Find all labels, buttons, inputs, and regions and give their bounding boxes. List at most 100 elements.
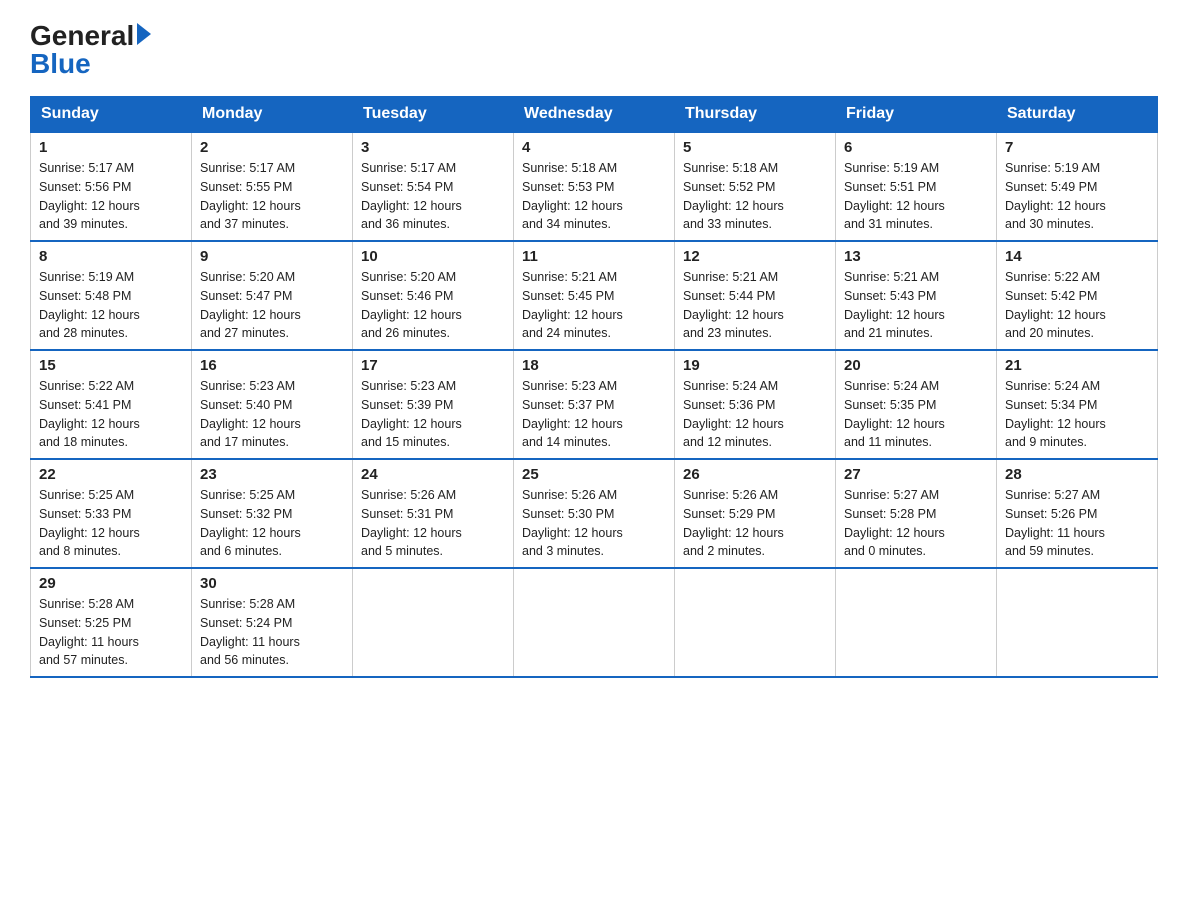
calendar-week-row: 22 Sunrise: 5:25 AMSunset: 5:33 PMDaylig… xyxy=(31,459,1158,568)
day-number: 26 xyxy=(683,466,827,483)
day-info: Sunrise: 5:26 AMSunset: 5:30 PMDaylight:… xyxy=(522,488,623,558)
day-info: Sunrise: 5:28 AMSunset: 5:24 PMDaylight:… xyxy=(200,597,300,667)
calendar-cell: 13 Sunrise: 5:21 AMSunset: 5:43 PMDaylig… xyxy=(836,241,997,350)
header-wednesday: Wednesday xyxy=(514,97,675,133)
day-info: Sunrise: 5:18 AMSunset: 5:52 PMDaylight:… xyxy=(683,161,784,231)
calendar-header-row: SundayMondayTuesdayWednesdayThursdayFrid… xyxy=(31,97,1158,133)
calendar-cell: 6 Sunrise: 5:19 AMSunset: 5:51 PMDayligh… xyxy=(836,132,997,241)
logo-blue-text: Blue xyxy=(30,48,91,79)
day-number: 17 xyxy=(361,357,505,374)
calendar-week-row: 8 Sunrise: 5:19 AMSunset: 5:48 PMDayligh… xyxy=(31,241,1158,350)
day-info: Sunrise: 5:20 AMSunset: 5:47 PMDaylight:… xyxy=(200,270,301,340)
day-number: 2 xyxy=(200,139,344,156)
calendar-cell: 16 Sunrise: 5:23 AMSunset: 5:40 PMDaylig… xyxy=(192,350,353,459)
day-number: 21 xyxy=(1005,357,1149,374)
day-number: 23 xyxy=(200,466,344,483)
header: General Blue xyxy=(30,20,1158,80)
day-number: 12 xyxy=(683,248,827,265)
day-info: Sunrise: 5:21 AMSunset: 5:45 PMDaylight:… xyxy=(522,270,623,340)
day-info: Sunrise: 5:23 AMSunset: 5:40 PMDaylight:… xyxy=(200,379,301,449)
calendar-cell: 29 Sunrise: 5:28 AMSunset: 5:25 PMDaylig… xyxy=(31,568,192,677)
day-info: Sunrise: 5:19 AMSunset: 5:49 PMDaylight:… xyxy=(1005,161,1106,231)
day-info: Sunrise: 5:17 AMSunset: 5:54 PMDaylight:… xyxy=(361,161,462,231)
calendar-cell xyxy=(997,568,1158,677)
day-info: Sunrise: 5:17 AMSunset: 5:56 PMDaylight:… xyxy=(39,161,140,231)
day-number: 10 xyxy=(361,248,505,265)
day-number: 4 xyxy=(522,139,666,156)
calendar-cell: 4 Sunrise: 5:18 AMSunset: 5:53 PMDayligh… xyxy=(514,132,675,241)
calendar-cell: 28 Sunrise: 5:27 AMSunset: 5:26 PMDaylig… xyxy=(997,459,1158,568)
calendar-cell xyxy=(675,568,836,677)
logo-arrow-icon xyxy=(137,23,151,45)
day-number: 16 xyxy=(200,357,344,374)
header-tuesday: Tuesday xyxy=(353,97,514,133)
day-number: 9 xyxy=(200,248,344,265)
calendar-week-row: 29 Sunrise: 5:28 AMSunset: 5:25 PMDaylig… xyxy=(31,568,1158,677)
calendar-cell: 22 Sunrise: 5:25 AMSunset: 5:33 PMDaylig… xyxy=(31,459,192,568)
day-info: Sunrise: 5:28 AMSunset: 5:25 PMDaylight:… xyxy=(39,597,139,667)
day-number: 14 xyxy=(1005,248,1149,265)
day-number: 19 xyxy=(683,357,827,374)
calendar-cell: 30 Sunrise: 5:28 AMSunset: 5:24 PMDaylig… xyxy=(192,568,353,677)
day-number: 7 xyxy=(1005,139,1149,156)
calendar-cell: 2 Sunrise: 5:17 AMSunset: 5:55 PMDayligh… xyxy=(192,132,353,241)
day-info: Sunrise: 5:23 AMSunset: 5:39 PMDaylight:… xyxy=(361,379,462,449)
calendar-cell: 23 Sunrise: 5:25 AMSunset: 5:32 PMDaylig… xyxy=(192,459,353,568)
day-info: Sunrise: 5:25 AMSunset: 5:33 PMDaylight:… xyxy=(39,488,140,558)
calendar-week-row: 1 Sunrise: 5:17 AMSunset: 5:56 PMDayligh… xyxy=(31,132,1158,241)
calendar-cell xyxy=(514,568,675,677)
calendar-cell: 27 Sunrise: 5:27 AMSunset: 5:28 PMDaylig… xyxy=(836,459,997,568)
calendar-cell: 21 Sunrise: 5:24 AMSunset: 5:34 PMDaylig… xyxy=(997,350,1158,459)
day-info: Sunrise: 5:17 AMSunset: 5:55 PMDaylight:… xyxy=(200,161,301,231)
day-number: 6 xyxy=(844,139,988,156)
calendar-cell: 14 Sunrise: 5:22 AMSunset: 5:42 PMDaylig… xyxy=(997,241,1158,350)
calendar-cell: 12 Sunrise: 5:21 AMSunset: 5:44 PMDaylig… xyxy=(675,241,836,350)
day-number: 22 xyxy=(39,466,183,483)
calendar-cell: 19 Sunrise: 5:24 AMSunset: 5:36 PMDaylig… xyxy=(675,350,836,459)
calendar-cell: 18 Sunrise: 5:23 AMSunset: 5:37 PMDaylig… xyxy=(514,350,675,459)
day-info: Sunrise: 5:19 AMSunset: 5:51 PMDaylight:… xyxy=(844,161,945,231)
day-number: 29 xyxy=(39,575,183,592)
day-number: 1 xyxy=(39,139,183,156)
day-info: Sunrise: 5:26 AMSunset: 5:29 PMDaylight:… xyxy=(683,488,784,558)
day-number: 25 xyxy=(522,466,666,483)
day-info: Sunrise: 5:21 AMSunset: 5:44 PMDaylight:… xyxy=(683,270,784,340)
calendar-cell xyxy=(836,568,997,677)
day-info: Sunrise: 5:27 AMSunset: 5:26 PMDaylight:… xyxy=(1005,488,1105,558)
day-info: Sunrise: 5:22 AMSunset: 5:42 PMDaylight:… xyxy=(1005,270,1106,340)
day-info: Sunrise: 5:21 AMSunset: 5:43 PMDaylight:… xyxy=(844,270,945,340)
header-thursday: Thursday xyxy=(675,97,836,133)
day-info: Sunrise: 5:25 AMSunset: 5:32 PMDaylight:… xyxy=(200,488,301,558)
day-number: 24 xyxy=(361,466,505,483)
day-info: Sunrise: 5:26 AMSunset: 5:31 PMDaylight:… xyxy=(361,488,462,558)
calendar-cell: 25 Sunrise: 5:26 AMSunset: 5:30 PMDaylig… xyxy=(514,459,675,568)
calendar-table: SundayMondayTuesdayWednesdayThursdayFrid… xyxy=(30,96,1158,678)
calendar-cell: 5 Sunrise: 5:18 AMSunset: 5:52 PMDayligh… xyxy=(675,132,836,241)
day-number: 15 xyxy=(39,357,183,374)
day-info: Sunrise: 5:20 AMSunset: 5:46 PMDaylight:… xyxy=(361,270,462,340)
calendar-cell: 20 Sunrise: 5:24 AMSunset: 5:35 PMDaylig… xyxy=(836,350,997,459)
header-sunday: Sunday xyxy=(31,97,192,133)
day-info: Sunrise: 5:18 AMSunset: 5:53 PMDaylight:… xyxy=(522,161,623,231)
header-friday: Friday xyxy=(836,97,997,133)
header-saturday: Saturday xyxy=(997,97,1158,133)
calendar-cell: 7 Sunrise: 5:19 AMSunset: 5:49 PMDayligh… xyxy=(997,132,1158,241)
day-info: Sunrise: 5:24 AMSunset: 5:36 PMDaylight:… xyxy=(683,379,784,449)
day-number: 27 xyxy=(844,466,988,483)
day-number: 13 xyxy=(844,248,988,265)
calendar-cell: 8 Sunrise: 5:19 AMSunset: 5:48 PMDayligh… xyxy=(31,241,192,350)
day-number: 5 xyxy=(683,139,827,156)
day-info: Sunrise: 5:24 AMSunset: 5:35 PMDaylight:… xyxy=(844,379,945,449)
calendar-cell: 9 Sunrise: 5:20 AMSunset: 5:47 PMDayligh… xyxy=(192,241,353,350)
calendar-cell: 17 Sunrise: 5:23 AMSunset: 5:39 PMDaylig… xyxy=(353,350,514,459)
day-number: 8 xyxy=(39,248,183,265)
day-number: 30 xyxy=(200,575,344,592)
calendar-cell: 11 Sunrise: 5:21 AMSunset: 5:45 PMDaylig… xyxy=(514,241,675,350)
day-number: 20 xyxy=(844,357,988,374)
day-number: 28 xyxy=(1005,466,1149,483)
logo: General Blue xyxy=(30,20,151,80)
day-number: 18 xyxy=(522,357,666,374)
calendar-cell: 15 Sunrise: 5:22 AMSunset: 5:41 PMDaylig… xyxy=(31,350,192,459)
day-number: 11 xyxy=(522,248,666,265)
calendar-cell: 3 Sunrise: 5:17 AMSunset: 5:54 PMDayligh… xyxy=(353,132,514,241)
